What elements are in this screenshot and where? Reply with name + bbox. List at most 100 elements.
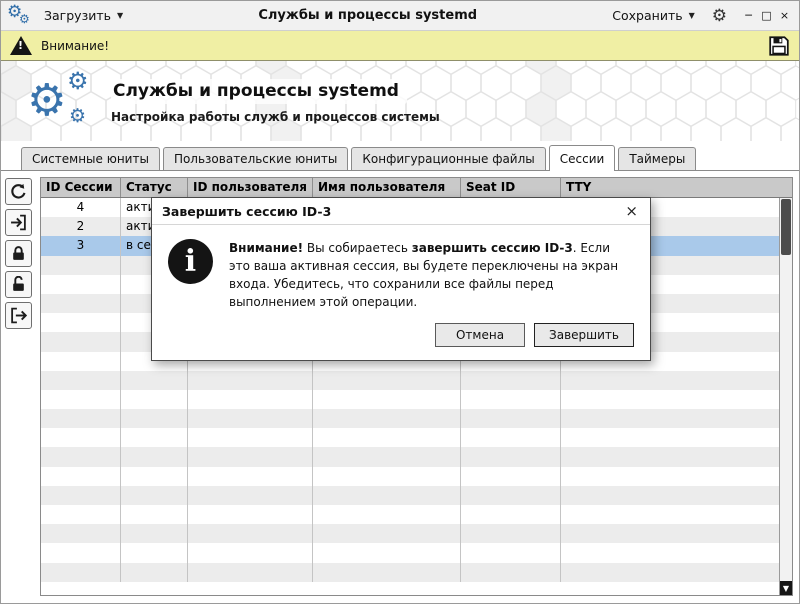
- column-header[interactable]: TTY: [561, 178, 792, 197]
- table-cell: [188, 447, 313, 466]
- table-row[interactable]: [41, 428, 792, 447]
- column-header[interactable]: ID Сессии: [41, 178, 121, 197]
- table-cell: 4: [41, 198, 121, 217]
- load-label: Загрузить: [44, 8, 111, 23]
- scrollbar-down-button[interactable]: ▼: [780, 581, 792, 595]
- table-cell: [121, 371, 188, 390]
- chevron-down-icon: ▼: [117, 11, 123, 20]
- login-session-button[interactable]: [5, 209, 32, 236]
- table-row[interactable]: [41, 371, 792, 390]
- table-cell: [561, 390, 792, 409]
- table-cell: [41, 256, 121, 275]
- table-cell: [313, 543, 461, 562]
- save-file-button[interactable]: [768, 35, 790, 57]
- table-row[interactable]: [41, 447, 792, 466]
- table-cell: [461, 447, 561, 466]
- dialog-message-text: Вы собираетесь: [303, 241, 412, 255]
- table-cell: [121, 467, 188, 486]
- load-dropdown-button[interactable]: Загрузить ▼: [38, 4, 129, 27]
- table-cell: [188, 563, 313, 582]
- table-cell: [313, 447, 461, 466]
- app-window: ⚙ ⚙ Загрузить ▼ Службы и процессы system…: [0, 0, 800, 604]
- dialog-message-bold: Внимание!: [229, 241, 303, 255]
- table-row[interactable]: [41, 467, 792, 486]
- refresh-button[interactable]: [5, 178, 32, 205]
- tab[interactable]: Системные юниты: [21, 147, 160, 170]
- header-text: Службы и процессы systemd Настройка рабо…: [111, 79, 440, 124]
- tab[interactable]: Пользовательские юниты: [163, 147, 348, 170]
- table-cell: [188, 543, 313, 562]
- scrollbar-thumb[interactable]: [781, 199, 791, 255]
- table-cell: [41, 332, 121, 351]
- table-cell: [121, 447, 188, 466]
- window-controls: ─ □ ×: [740, 7, 793, 25]
- column-header[interactable]: Статус: [121, 178, 188, 197]
- lock-session-button[interactable]: [5, 240, 32, 267]
- dialog-close-button[interactable]: ×: [623, 204, 640, 219]
- table-header-row: ID СессииСтатусID пользователяИмя пользо…: [41, 178, 792, 198]
- table-row[interactable]: [41, 543, 792, 562]
- warning-bar: ! Внимание!: [1, 31, 799, 61]
- table-cell: [313, 371, 461, 390]
- table-cell: [188, 524, 313, 543]
- table-row[interactable]: [41, 390, 792, 409]
- warning-label: Внимание!: [41, 39, 109, 53]
- column-header[interactable]: ID пользователя: [188, 178, 313, 197]
- table-cell: [313, 428, 461, 447]
- tab[interactable]: Таймеры: [618, 147, 696, 170]
- table-cell: [41, 313, 121, 332]
- table-row[interactable]: [41, 505, 792, 524]
- table-cell: 2: [41, 217, 121, 236]
- gear-icon: ⚙: [69, 107, 86, 126]
- confirm-terminate-button[interactable]: Завершить: [534, 323, 634, 347]
- tab[interactable]: Сессии: [549, 145, 616, 171]
- table-row[interactable]: [41, 524, 792, 543]
- table-cell: 3: [41, 236, 121, 255]
- table-row[interactable]: [41, 563, 792, 582]
- table-cell: [461, 409, 561, 428]
- unlock-session-button[interactable]: [5, 271, 32, 298]
- column-header[interactable]: Имя пользователя: [313, 178, 461, 197]
- table-cell: [461, 486, 561, 505]
- table-row[interactable]: [41, 486, 792, 505]
- settings-gear-icon[interactable]: ⚙: [707, 6, 732, 26]
- table-cell: [313, 505, 461, 524]
- save-dropdown-button[interactable]: Сохранить ▼: [606, 4, 700, 27]
- table-cell: [121, 563, 188, 582]
- table-cell: [121, 390, 188, 409]
- table-cell: [41, 447, 121, 466]
- close-button[interactable]: ×: [776, 7, 793, 25]
- cancel-button[interactable]: Отмена: [435, 323, 525, 347]
- table-cell: [561, 524, 792, 543]
- table-cell: [313, 467, 461, 486]
- table-cell: [41, 371, 121, 390]
- table-cell: [461, 543, 561, 562]
- table-cell: [313, 524, 461, 543]
- maximize-button[interactable]: □: [758, 7, 775, 25]
- table-cell: [41, 563, 121, 582]
- column-header[interactable]: Seat ID: [461, 178, 561, 197]
- vertical-scrollbar[interactable]: ▼: [779, 198, 792, 595]
- table-cell: [41, 467, 121, 486]
- table-cell: [121, 409, 188, 428]
- table-cell: [41, 390, 121, 409]
- table-cell: [41, 428, 121, 447]
- unlock-icon: [10, 276, 27, 293]
- chevron-down-icon: ▼: [689, 11, 695, 20]
- table-cell: [561, 409, 792, 428]
- table-cell: [313, 563, 461, 582]
- table-cell: [561, 428, 792, 447]
- dialog-message-bold: завершить сессию ID-3: [412, 241, 573, 255]
- table-cell: [461, 524, 561, 543]
- table-cell: [461, 428, 561, 447]
- table-cell: [121, 486, 188, 505]
- table-cell: [188, 486, 313, 505]
- minimize-button[interactable]: ─: [740, 7, 757, 25]
- terminate-session-button[interactable]: [5, 302, 32, 329]
- tab[interactable]: Конфигурационные файлы: [351, 147, 545, 170]
- logout-icon: [10, 307, 27, 324]
- table-row[interactable]: [41, 409, 792, 428]
- table-cell: [188, 371, 313, 390]
- page-subtitle: Настройка работы служб и процессов систе…: [111, 110, 440, 124]
- table-cell: [41, 275, 121, 294]
